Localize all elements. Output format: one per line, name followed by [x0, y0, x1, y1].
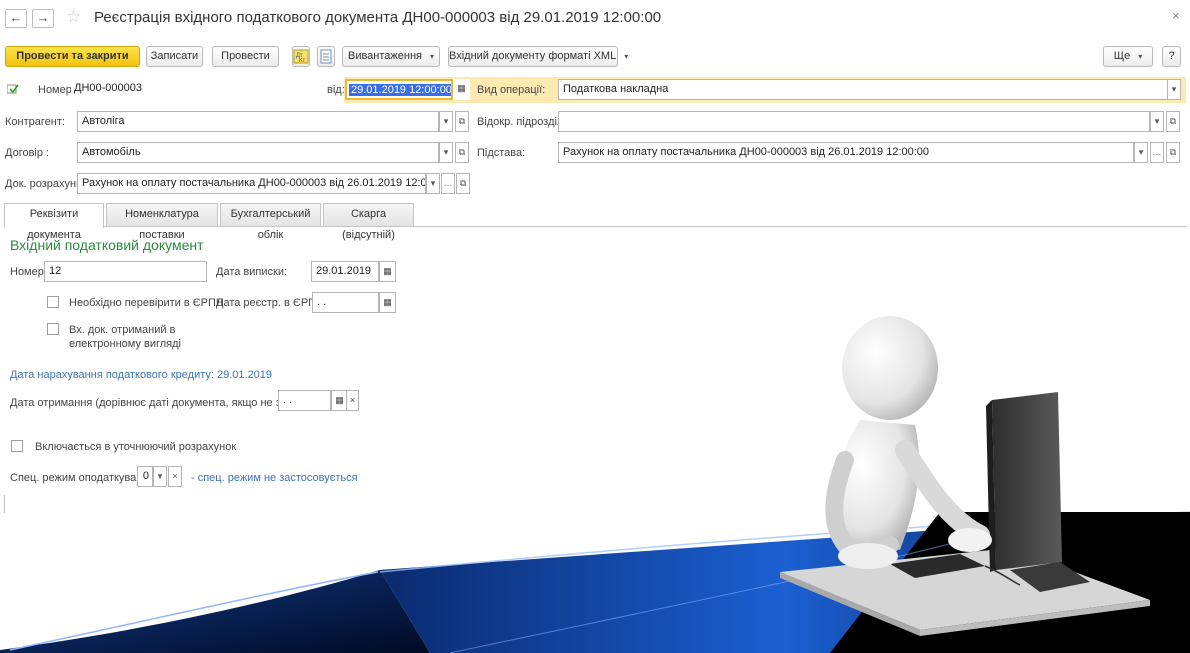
operation-label: Вид операції:	[477, 84, 546, 96]
post-and-close-button[interactable]: Провести та закрити	[5, 46, 140, 67]
reg-date-field[interactable]: . .	[312, 292, 379, 313]
division-field[interactable]	[558, 111, 1150, 132]
calendar-icon[interactable]: ▦	[379, 261, 396, 282]
number-field[interactable]: ДН00-000003	[71, 79, 319, 100]
number-label: Номер:	[38, 84, 75, 96]
chevron-down-icon[interactable]: ▾	[426, 173, 440, 194]
tab-accounting[interactable]: Бухгалтерський облік	[220, 203, 321, 241]
posted-document-icon	[6, 84, 19, 94]
clarifying-calc-checkbox[interactable]	[11, 440, 23, 452]
verify-erpn-checkbox[interactable]	[47, 296, 59, 308]
clear-icon[interactable]: ×	[168, 466, 182, 487]
chevron-down-icon: ▾	[430, 52, 435, 61]
favorite-star-icon[interactable]: ☆	[66, 7, 81, 27]
select-icon[interactable]: …	[1150, 142, 1164, 163]
open-link-icon[interactable]: ⧉	[455, 142, 469, 163]
basis-label: Підстава:	[477, 147, 526, 159]
tab-complaint[interactable]: Скарга (відсутній)	[323, 203, 414, 241]
chevron-down-icon[interactable]: ▾	[1150, 111, 1164, 132]
counterparty-label: Контрагент:	[5, 116, 65, 128]
open-link-icon[interactable]: ⧉	[1166, 142, 1180, 163]
post-button[interactable]: Провести	[212, 46, 279, 67]
calendar-icon[interactable]: ▦	[453, 79, 470, 100]
issue-date-label: Дата виписки:	[216, 266, 288, 278]
special-mode-note: - спец. режим не застосовується	[191, 472, 358, 484]
open-link-icon[interactable]: ⧉	[1166, 111, 1180, 132]
verify-erpn-label: Необхідно перевірити в ЄРПН	[69, 297, 224, 309]
form-border	[4, 495, 5, 513]
received-date-field[interactable]: . .	[278, 390, 331, 411]
section-title: Вхідний податковий документ	[10, 237, 204, 253]
chevron-down-icon[interactable]: ▾	[1167, 79, 1181, 100]
calendar-icon[interactable]: ▦	[379, 292, 396, 313]
select-icon[interactable]: …	[441, 173, 455, 194]
svg-text:Кт: Кт	[299, 58, 305, 64]
window-title: Реєстрація вхідного податкового документ…	[94, 9, 662, 26]
doc-number-label: Номер:	[10, 266, 47, 278]
electronic-doc-label-line2: електронному вигляді	[69, 338, 182, 350]
operation-type-field[interactable]: Податкова накладна	[558, 79, 1168, 100]
xml-document-dropdown[interactable]: Вхідний документу форматі XML ▾	[448, 46, 628, 67]
date-from-label: від:	[327, 84, 345, 96]
doc-number-field[interactable]: 12	[44, 261, 207, 282]
chevron-down-icon: ▾	[624, 52, 629, 61]
clarifying-calc-label: Включається в уточнюючий розрахунок	[35, 441, 237, 453]
chevron-down-icon[interactable]: ▾	[439, 111, 453, 132]
chevron-down-icon[interactable]: ▾	[153, 466, 167, 487]
contract-field[interactable]: Автомобіль	[77, 142, 439, 163]
help-button[interactable]: ?	[1162, 46, 1181, 67]
chevron-down-icon[interactable]: ▾	[439, 142, 453, 163]
issue-date-field[interactable]: 29.01.2019	[311, 261, 379, 282]
close-icon[interactable]: ×	[1172, 8, 1180, 23]
forward-button[interactable]: →	[32, 9, 54, 28]
reg-date-label: Дата реєстр. в ЄРПН:	[216, 297, 328, 309]
contract-label: Договір :	[5, 147, 50, 159]
chevron-down-icon[interactable]: ▾	[1134, 142, 1148, 163]
open-link-icon[interactable]: ⧉	[456, 173, 470, 194]
open-link-icon[interactable]: ⧉	[455, 111, 469, 132]
special-mode-field[interactable]: 0	[137, 466, 153, 487]
chevron-down-icon: ▾	[1138, 52, 1143, 61]
tab-document-details[interactable]: Реквізити документа	[4, 203, 104, 241]
report-icon[interactable]	[317, 46, 335, 67]
counterparty-field[interactable]: Автоліга	[77, 111, 439, 132]
tax-credit-date-text: Дата нарахування податкового кредиту: 29…	[10, 369, 273, 381]
back-button[interactable]: ←	[5, 9, 27, 28]
settlement-doc-field[interactable]: Рахунок на оплату постачальника ДН00-000…	[77, 173, 426, 194]
special-mode-label: Спец. режим оподаткування:	[10, 472, 158, 484]
more-dropdown[interactable]: Ще ▾	[1103, 46, 1153, 67]
electronic-doc-checkbox[interactable]	[47, 323, 59, 335]
unload-dropdown[interactable]: Вивантаження ▾	[342, 46, 440, 67]
tab-supply-nomenclature[interactable]: Номенклатура поставки	[106, 203, 218, 241]
basis-field[interactable]: Рахунок на оплату постачальника ДН00-000…	[558, 142, 1134, 163]
clear-icon[interactable]: ×	[346, 390, 359, 411]
document-date-field[interactable]: 29.01.2019 12:00:00	[345, 79, 453, 100]
save-button[interactable]: Записати	[146, 46, 203, 67]
dt-kt-icon[interactable]: Дт Кт	[292, 46, 310, 67]
electronic-doc-label-line1: Вх. док. отриманий в	[69, 324, 176, 336]
division-label: Відокр. підрозділ:	[477, 116, 567, 128]
